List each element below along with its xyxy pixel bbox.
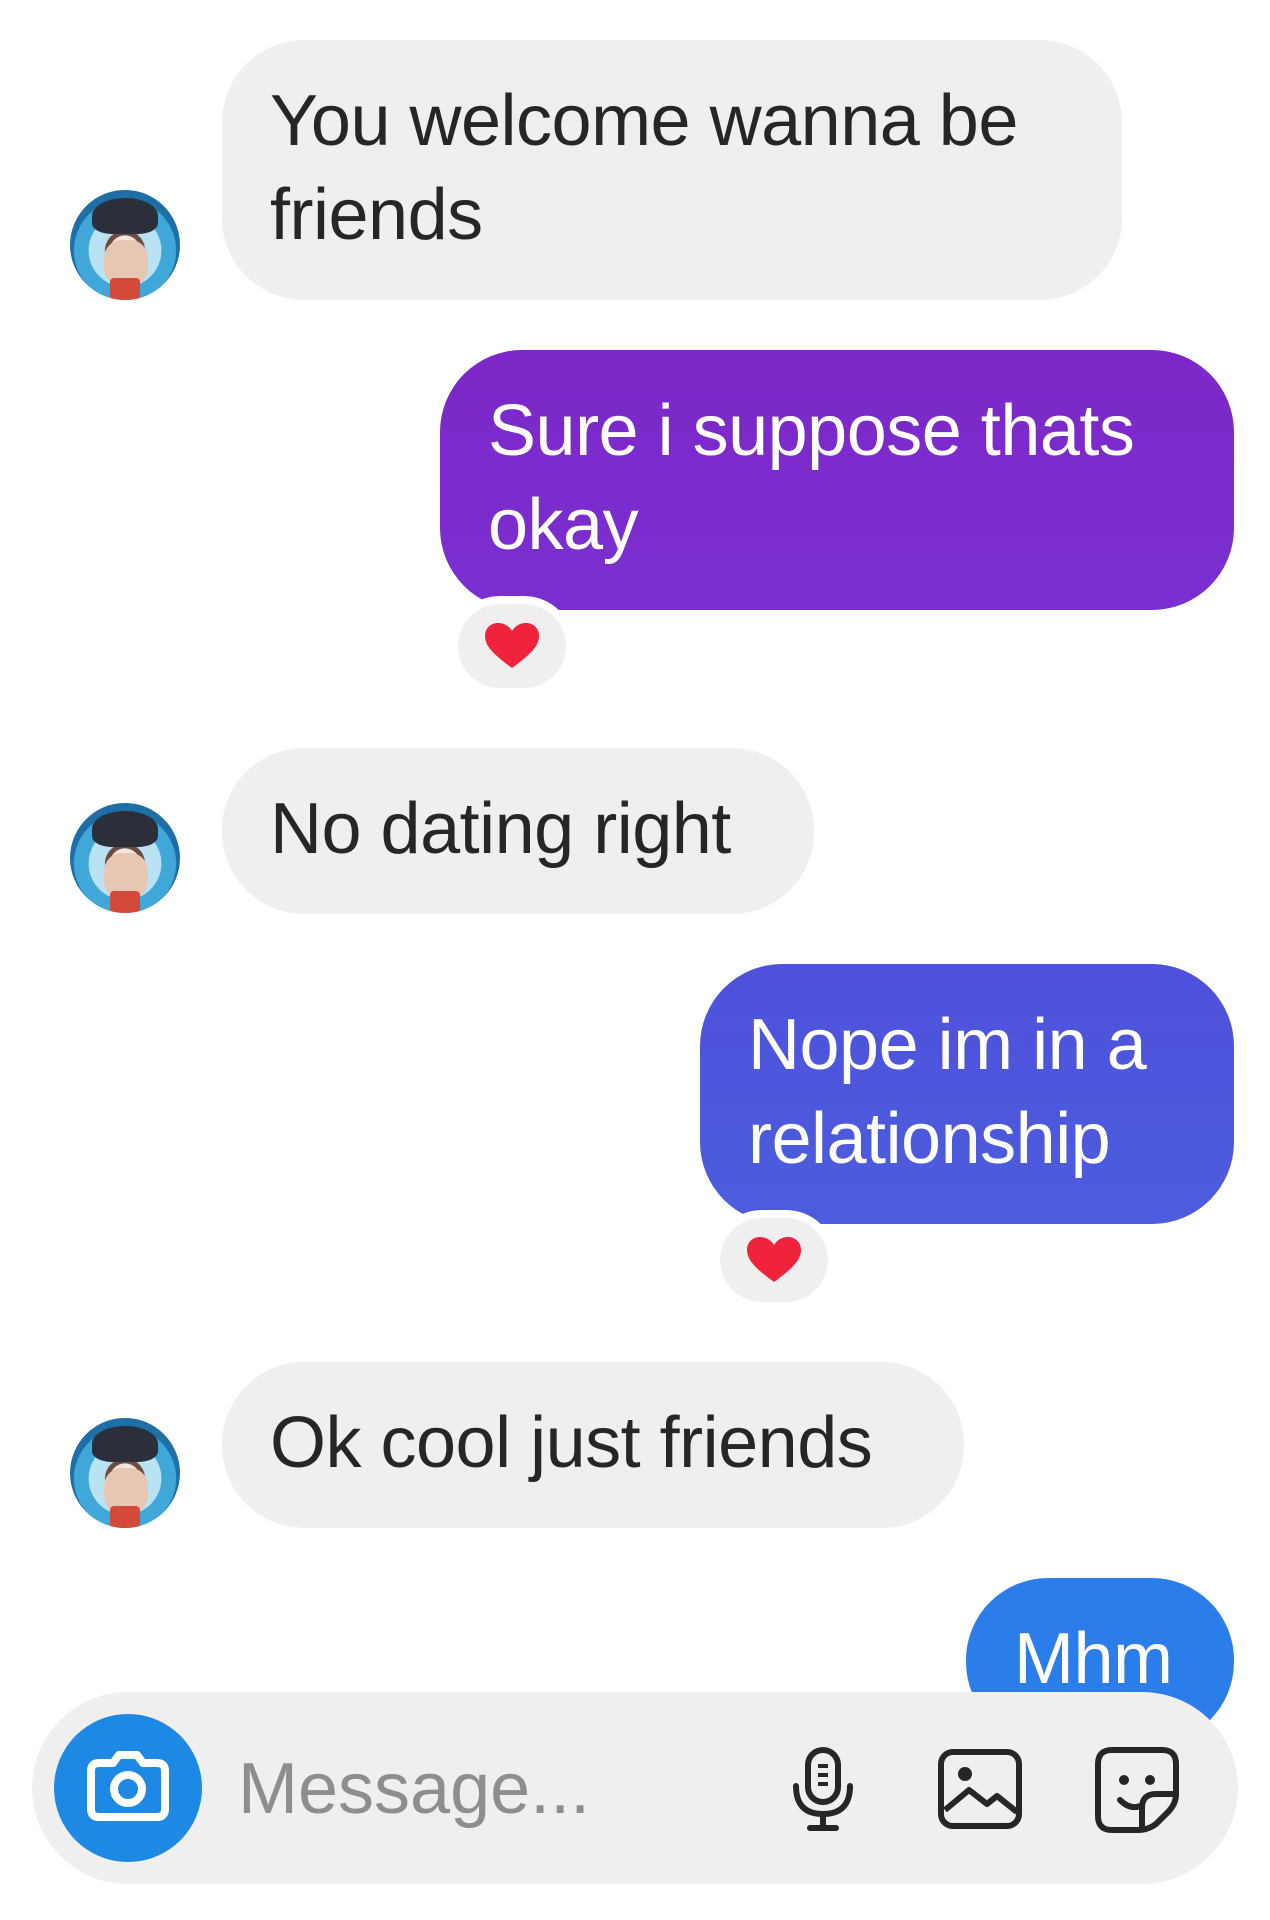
reaction-badge[interactable] xyxy=(450,596,574,696)
sticker-icon[interactable] xyxy=(1092,1744,1182,1834)
reaction-badge[interactable] xyxy=(712,1210,836,1310)
message-text: No dating right xyxy=(270,789,731,869)
message-text: You welcome wanna be friends xyxy=(270,81,1018,255)
message-text: Sure i suppose thats okay xyxy=(488,391,1135,565)
sender-avatar[interactable] xyxy=(70,803,180,913)
message-text: Ok cool just friends xyxy=(270,1403,873,1483)
image-icon[interactable] xyxy=(935,1744,1025,1834)
camera-icon xyxy=(87,1751,169,1821)
message-bubble-incoming[interactable]: You welcome wanna be friends xyxy=(222,40,1122,300)
message-bubble-outgoing[interactable]: Nope im in a relationship xyxy=(700,964,1234,1224)
message-bubble-outgoing[interactable]: Sure i suppose thats okay xyxy=(440,350,1234,610)
message-text: Mhm xyxy=(1014,1619,1173,1699)
message-composer: Message... xyxy=(32,1692,1238,1884)
heart-icon xyxy=(747,1237,801,1282)
message-bubble-incoming[interactable]: Ok cool just friends xyxy=(222,1362,964,1528)
sender-avatar[interactable] xyxy=(70,1418,180,1528)
camera-button[interactable] xyxy=(54,1714,202,1862)
message-bubble-incoming[interactable]: No dating right xyxy=(222,748,814,914)
message-placeholder: Message... xyxy=(238,1749,591,1829)
message-input[interactable]: Message... xyxy=(238,1748,590,1830)
heart-icon xyxy=(485,623,539,668)
microphone-icon[interactable] xyxy=(778,1744,868,1834)
sender-avatar[interactable] xyxy=(70,190,180,300)
message-text: Nope im in a relationship xyxy=(748,1005,1147,1179)
